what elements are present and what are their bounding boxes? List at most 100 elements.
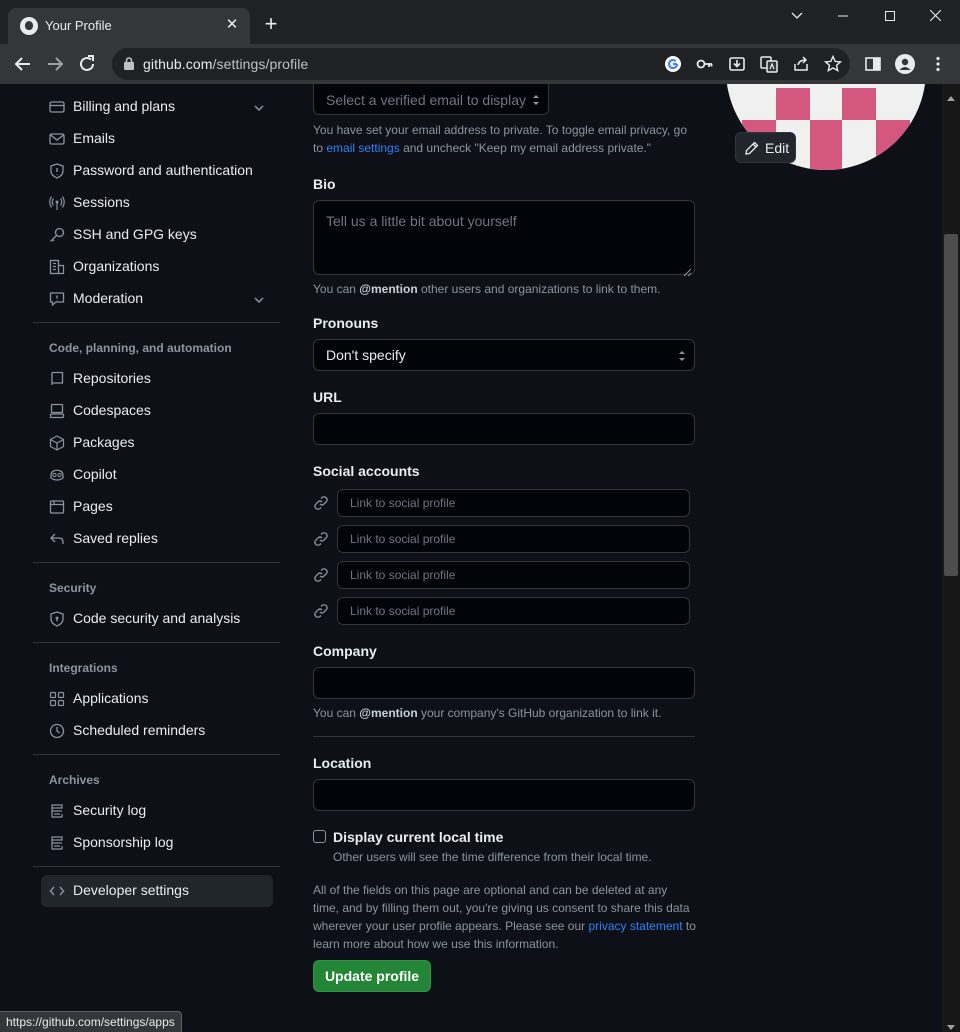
sidebar-item-codespaces[interactable]: Codespaces [41,395,273,427]
sidebar-item-label: Password and authentication [73,162,253,178]
email-privacy-help: You have set your email address to priva… [313,123,687,155]
close-window-button[interactable] [912,4,958,28]
sidebar-item-repositories[interactable]: Repositories [41,363,273,395]
link-icon [313,603,329,619]
sidebar-item-saved-replies[interactable]: Saved replies [41,523,273,555]
sidebar-item-developer-settings[interactable]: Developer settings [41,875,273,907]
copilot-icon [49,467,65,483]
privacy-statement-link[interactable]: privacy statement [589,919,683,933]
sidebar-item-label: Pages [73,498,113,514]
sidebar-section-heading: Archives [49,773,100,787]
pronouns-value: Don't specify [326,347,406,363]
sidebar-divider [33,562,280,563]
pronouns-label: Pronouns [313,315,379,331]
url-text[interactable]: github.com/settings/profile [143,56,308,72]
sidebar-item-label: Packages [73,434,135,450]
sidebar-item-packages[interactable]: Packages [41,427,273,459]
code-icon [49,883,65,899]
key-icon [49,227,65,243]
link-icon [313,567,329,583]
maximize-button[interactable] [867,4,913,28]
sidebar-item-scheduled-reminders[interactable]: Scheduled reminders [41,715,273,747]
translate-icon[interactable] [760,55,778,73]
local-time-label[interactable]: Display current local time [333,829,503,845]
shield-lock-icon [49,611,65,627]
scroll-down-icon[interactable] [947,1018,955,1030]
social-link-input-4[interactable] [337,597,690,625]
email-settings-link[interactable]: email settings [326,141,399,155]
github-favicon-icon [20,17,38,35]
mail-icon [49,131,65,147]
resize-grip-icon[interactable] [683,264,692,277]
share-icon[interactable] [792,55,810,73]
side-panel-icon[interactable] [864,55,882,73]
public-email-select[interactable]: Select a verified email to display [313,84,549,115]
update-profile-button[interactable]: Update profile [313,960,431,992]
location-input[interactable] [313,779,695,811]
scrollbar-thumb[interactable] [944,234,958,576]
sidebar-divider [33,642,280,643]
lock-icon[interactable] [124,57,134,70]
sidebar-item-label: Scheduled reminders [73,722,206,738]
sidebar-item-code-security[interactable]: Code security and analysis [41,603,273,635]
minimize-button[interactable] [820,4,866,28]
sidebar-item-ssh-gpg[interactable]: SSH and GPG keys [41,219,273,251]
sidebar-item-label: Codespaces [73,402,151,418]
sidebar-item-password[interactable]: Password and authentication [41,155,273,187]
tab-close-icon[interactable]: ✕ [222,15,242,35]
sidebar-item-sponsorship-log[interactable]: Sponsorship log [41,827,273,859]
sidebar-item-security-log[interactable]: Security log [41,795,273,827]
social-link-input-2[interactable] [337,525,690,553]
sidebar-item-sessions[interactable]: Sessions [41,187,273,219]
local-time-checkbox[interactable] [313,830,326,843]
reload-button[interactable] [75,52,99,76]
social-link-input-3[interactable] [337,561,690,589]
sidebar-item-label: SSH and GPG keys [73,226,197,242]
social-link-input-1[interactable] [337,489,690,517]
bio-textarea[interactable] [313,200,695,275]
google-icon[interactable] [664,55,682,73]
log-icon [49,803,65,819]
tab-search-button[interactable] [774,4,820,28]
section-divider [313,736,695,737]
sidebar-item-applications[interactable]: Applications [41,683,273,715]
sidebar-item-emails[interactable]: Emails [41,123,273,155]
sidebar-divider [33,866,280,867]
sidebar-item-moderation[interactable]: Moderation [41,283,273,315]
scroll-up-icon[interactable] [947,88,955,101]
install-app-icon[interactable] [728,55,746,73]
new-tab-button[interactable]: + [259,13,283,37]
social-account-row [313,525,690,553]
password-key-icon[interactable] [696,55,714,73]
sidebar-divider [33,754,280,755]
edit-label: Edit [765,140,790,156]
sidebar-item-pages[interactable]: Pages [41,491,273,523]
sidebar-item-label: Organizations [73,258,160,274]
bio-help: You can @mention other users and organiz… [313,282,661,296]
sidebar-item-label: Copilot [73,466,117,482]
company-input[interactable] [313,667,695,699]
pronouns-select[interactable]: Don't specify [313,339,695,371]
public-email-placeholder: Select a verified email to display [326,92,526,108]
page-scrollbar[interactable] [942,84,960,1032]
sidebar-item-billing[interactable]: Billing and plans [41,91,273,123]
bookmark-star-icon[interactable] [823,54,843,73]
sidebar-item-organizations[interactable]: Organizations [41,251,273,283]
local-time-help: Other users will see the time difference… [333,850,652,864]
url-input[interactable] [313,413,695,445]
sidebar-item-copilot[interactable]: Copilot [41,459,273,491]
repo-icon [49,371,65,387]
apps-icon [49,691,65,707]
browser-menu-icon[interactable] [929,55,947,73]
profile-avatar-icon[interactable] [895,54,915,74]
social-account-row [313,489,690,517]
forward-button[interactable] [43,52,67,76]
address-bar[interactable]: github.com/settings/profile [112,48,850,80]
sidebar-item-label: Sessions [73,194,130,210]
company-label: Company [313,643,377,659]
edit-avatar-button[interactable]: Edit [735,132,796,163]
back-button[interactable] [11,52,35,76]
codespaces-icon [49,403,65,419]
sidebar-item-label: Security log [73,802,147,818]
browser-tab[interactable]: Your Profile ✕ [8,8,250,44]
